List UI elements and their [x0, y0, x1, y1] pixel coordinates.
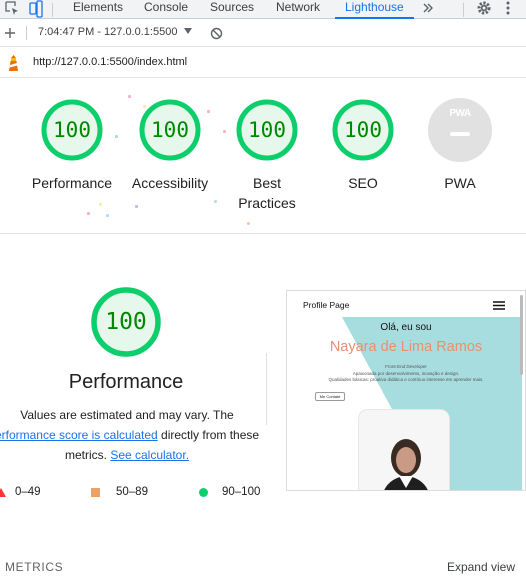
- report-select[interactable]: 7:04:47 PM - 127.0.0.1:5500: [38, 26, 192, 38]
- preview-scrollbar: [520, 295, 523, 375]
- tab-network[interactable]: Network: [276, 0, 320, 19]
- expand-view-toggle[interactable]: Expand view: [447, 560, 515, 574]
- legend-average: 50–89: [116, 486, 148, 498]
- preview-contact-button: Me Contate: [315, 392, 345, 401]
- caret-down-icon: [183, 28, 192, 34]
- gear-icon[interactable]: [476, 0, 492, 19]
- preview-header: Profile Page: [287, 291, 525, 317]
- preview-photo-card: [358, 409, 450, 490]
- confetti: [135, 205, 138, 208]
- tab-console[interactable]: Console: [144, 0, 188, 19]
- final-screenshot[interactable]: Profile Page Olá, eu sou Nayara de Lima …: [286, 290, 526, 491]
- performance-score: 100: [105, 309, 147, 335]
- inspect-element-icon[interactable]: [4, 0, 20, 19]
- tab-separator: [463, 3, 464, 17]
- clear-icon[interactable]: [210, 27, 223, 40]
- metrics-heading: METRICS: [5, 560, 64, 574]
- confetti: [247, 222, 250, 225]
- confetti: [223, 130, 226, 133]
- preview-greeting: Olá, eu sou: [380, 322, 432, 333]
- preview-name: Nayara de Lima Ramos: [329, 339, 483, 355]
- confetti: [207, 110, 210, 113]
- report-url: http://127.0.0.1:5500/index.html: [33, 56, 188, 68]
- device-toolbar-icon[interactable]: [28, 0, 44, 19]
- toolbar-separator: [26, 26, 27, 40]
- section-divider: [0, 233, 526, 234]
- preview-role: Front-End Developer: [385, 364, 427, 369]
- pwa-badge: PWA: [428, 98, 492, 162]
- average-square-icon: [91, 488, 100, 497]
- legend-fail: 0–49: [15, 486, 41, 498]
- tab-separator: [52, 3, 53, 17]
- confetti: [115, 135, 118, 138]
- gauge-score: 100: [53, 118, 91, 142]
- double-chevron-right-icon[interactable]: [422, 0, 434, 19]
- more-vertical-icon[interactable]: [504, 0, 512, 19]
- plus-icon[interactable]: [4, 27, 16, 39]
- see-calculator-link[interactable]: See calculator.: [110, 448, 189, 462]
- pwa-badge-text: PWA: [449, 108, 471, 119]
- preview-line-1: Apaixonada por desenvolvimento, inovação…: [352, 371, 460, 376]
- disclaimer-text: Values are estimated and may vary. The: [20, 408, 234, 422]
- fail-triangle-icon: [0, 488, 6, 497]
- performance-title: Performance: [68, 371, 184, 393]
- confetti: [106, 214, 109, 217]
- legend-pass: 90–100: [222, 486, 261, 498]
- confetti: [87, 212, 90, 215]
- preview-line-2: Qualidades básicas: proativa didática e …: [328, 377, 484, 382]
- score-calculated-link[interactable]: erformance score is calculated: [0, 428, 158, 442]
- tab-sources[interactable]: Sources: [210, 0, 254, 19]
- performance-disclaimer: Values are estimated and may vary. The e…: [0, 405, 262, 465]
- report-select-label: 7:04:47 PM - 127.0.0.1:5500: [38, 26, 178, 38]
- tab-elements[interactable]: Elements: [73, 0, 123, 19]
- confetti: [128, 95, 131, 98]
- devtools-tab-bar: Elements Console Sources Network Lightho…: [0, 0, 526, 19]
- pwa-dash-icon: [450, 132, 470, 136]
- gauge-score: 100: [344, 118, 382, 142]
- tab-lighthouse[interactable]: Lighthouse: [335, 0, 414, 19]
- lighthouse-logo-icon: [9, 55, 18, 71]
- profile-photo: [359, 410, 449, 490]
- gauge-score: 100: [248, 118, 286, 142]
- lighthouse-toolbar: 7:04:47 PM - 127.0.0.1:5500: [0, 20, 526, 47]
- confetti: [99, 203, 102, 206]
- gauge-label: PWA: [444, 175, 476, 191]
- gauge-score: 100: [151, 118, 189, 142]
- preview-page-title: Profile Page: [303, 300, 350, 310]
- hamburger-menu-icon: [493, 301, 505, 310]
- column-divider: [266, 353, 267, 425]
- pass-circle-icon: [199, 488, 208, 497]
- url-bar: http://127.0.0.1:5500/index.html: [0, 48, 526, 78]
